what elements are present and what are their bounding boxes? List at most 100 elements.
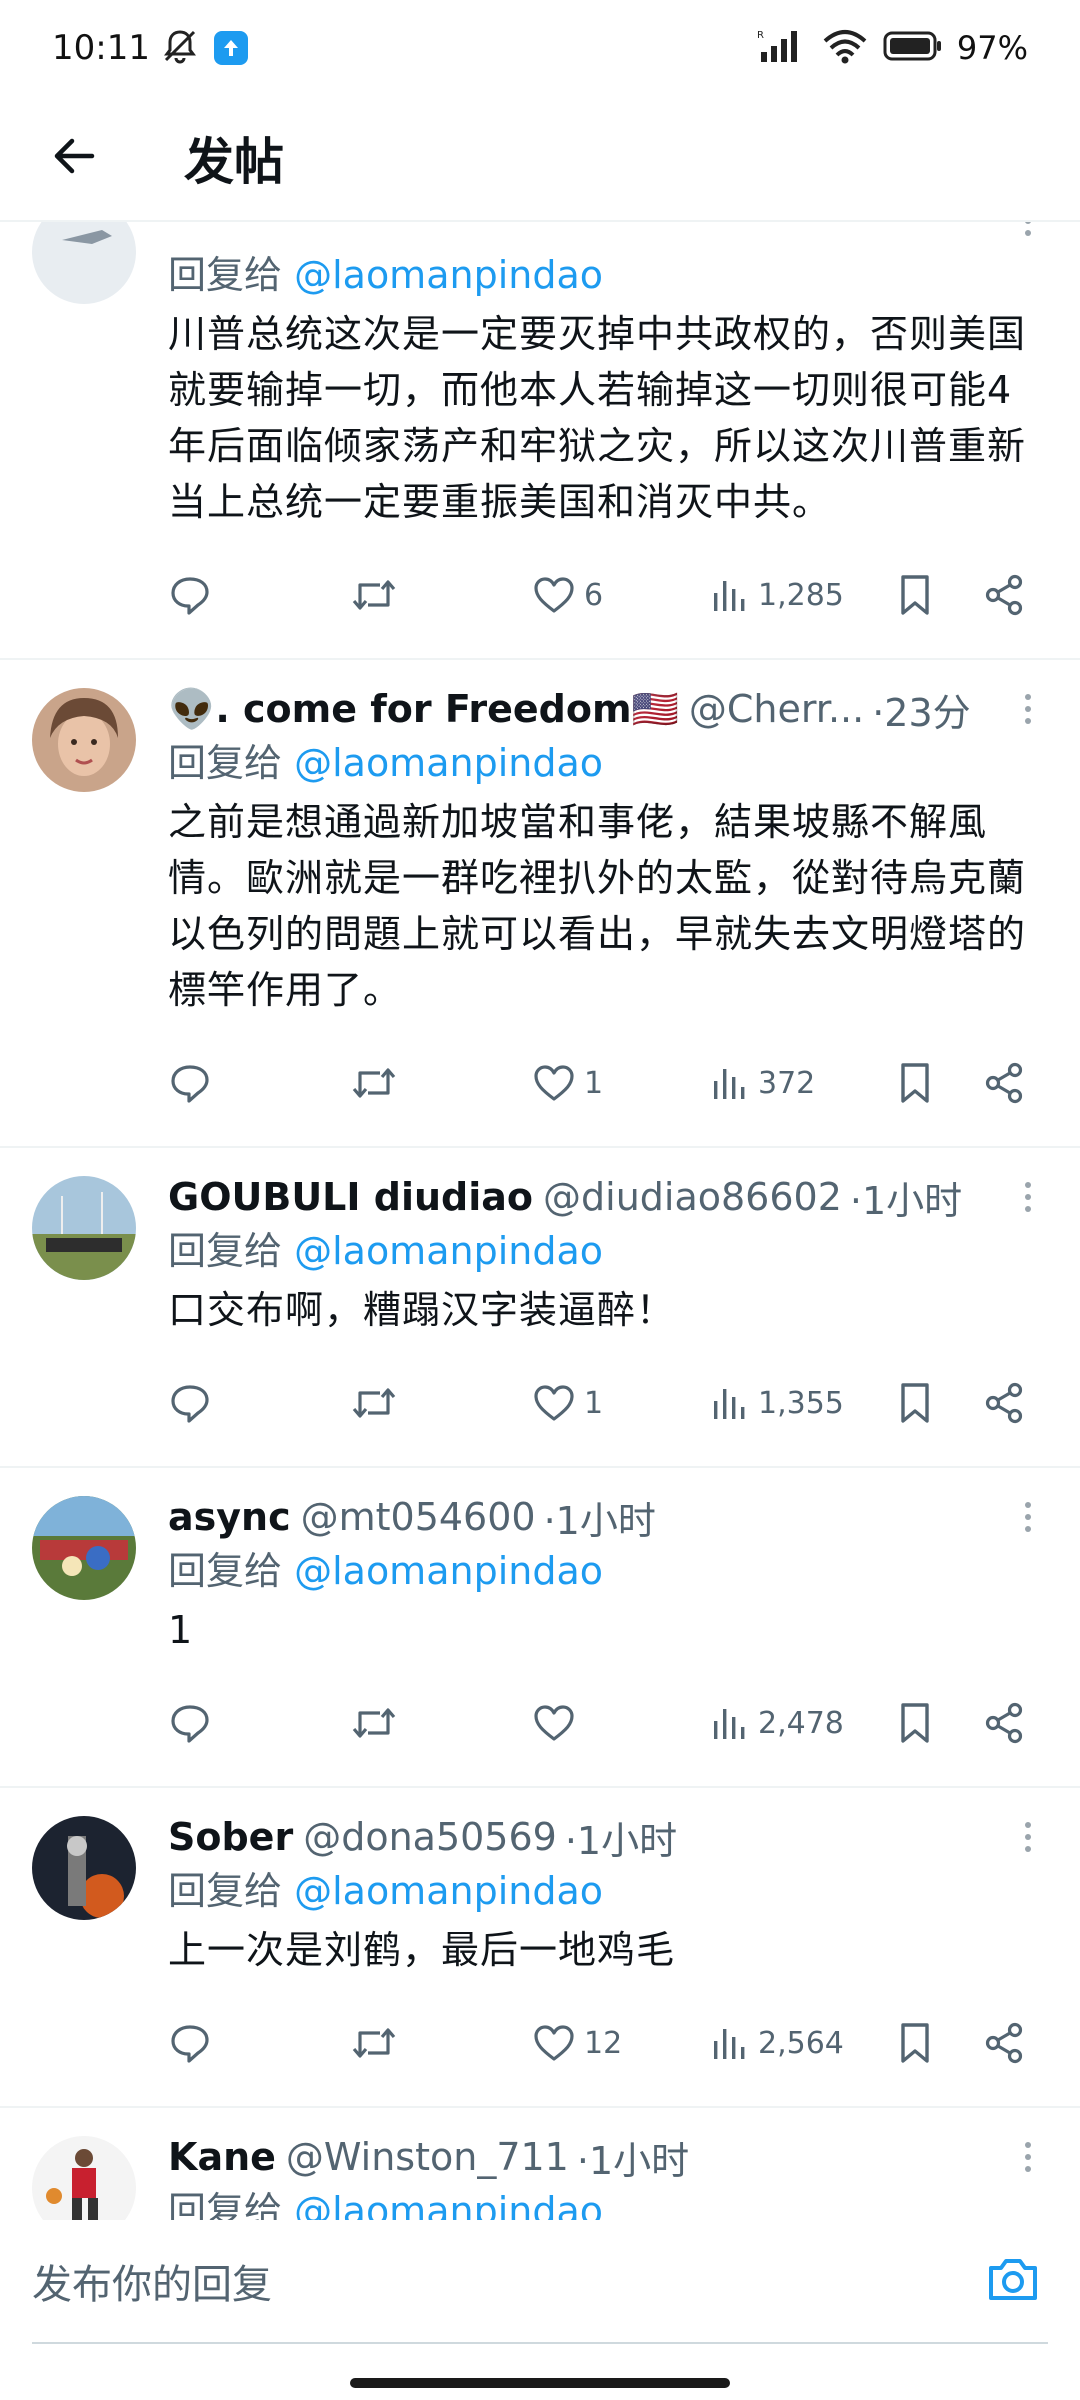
- reply-button[interactable]: [168, 573, 350, 617]
- replying-to: 回复给 @laomanpindao: [168, 1864, 1048, 1918]
- bar-chart-icon: [710, 2023, 750, 2063]
- share-button[interactable]: [982, 1061, 1042, 1105]
- like-button[interactable]: [532, 1701, 710, 1745]
- more-options-button[interactable]: [1008, 1812, 1048, 1862]
- retweet-button[interactable]: [350, 1701, 532, 1745]
- tweet-header: [168, 222, 1048, 248]
- bookmark-button[interactable]: [895, 1381, 982, 1425]
- views-button[interactable]: 2,564: [710, 2023, 895, 2063]
- mention-link[interactable]: @laomanpindao: [294, 1229, 603, 1273]
- retweet-button[interactable]: [350, 1381, 532, 1425]
- display-name[interactable]: GOUBULI diudiao: [168, 1175, 533, 1219]
- views-button[interactable]: 1,355: [710, 1383, 895, 1423]
- replying-to: 回复给 @laomanpindao: [168, 248, 1048, 302]
- user-handle[interactable]: @diudiao86602: [543, 1175, 842, 1219]
- comment-icon: [168, 1701, 212, 1745]
- comment-icon: [168, 1061, 212, 1105]
- home-indicator[interactable]: [350, 2378, 730, 2388]
- mention-link[interactable]: @laomanpindao: [294, 1549, 603, 1593]
- battery-percentage: 97%: [956, 29, 1028, 67]
- bar-chart-icon: [710, 1383, 750, 1423]
- avatar[interactable]: [32, 1176, 136, 1280]
- mention-link[interactable]: @laomanpindao: [294, 253, 603, 297]
- reply-prefix: 回复给: [168, 1869, 295, 1913]
- more-options-button[interactable]: [1008, 1172, 1048, 1222]
- camera-button[interactable]: [978, 2246, 1048, 2316]
- avatar[interactable]: [32, 222, 136, 304]
- user-handle[interactable]: @Winston_711: [286, 2135, 569, 2179]
- tweet-item[interactable]: 👽. come for Freedom🇺🇸 @Cherr... ·23分 回复给…: [0, 660, 1080, 1148]
- reply-button[interactable]: [168, 1701, 350, 1745]
- share-button[interactable]: [982, 1701, 1042, 1745]
- tweet-actions: 12 2,564: [168, 2008, 1048, 2078]
- like-count: 6: [584, 577, 604, 613]
- comment-icon: [168, 2021, 212, 2065]
- comment-icon: [168, 573, 212, 617]
- tweet-text: 口交布啊，糟蹋汉字装逼醉！: [168, 1288, 676, 1332]
- reply-button[interactable]: [168, 1061, 350, 1105]
- cellular-signal-icon: R: [757, 28, 807, 68]
- like-button[interactable]: 1: [532, 1061, 710, 1105]
- tweet-item[interactable]: 回复给 @laomanpindao 川普总统这次是一定要灭掉中共政权的，否则美国…: [0, 222, 1080, 660]
- share-button[interactable]: [982, 1381, 1042, 1425]
- user-handle[interactable]: @Cherr...: [689, 687, 864, 731]
- tweet-item[interactable]: Sober @dona50569 ·1小时 回复给 @laomanpindao …: [0, 1788, 1080, 2108]
- views-button[interactable]: 2,478: [710, 1703, 895, 1743]
- bookmark-icon: [895, 1061, 935, 1105]
- bookmark-button[interactable]: [895, 1061, 982, 1105]
- share-button[interactable]: [982, 573, 1042, 617]
- replying-to: 回复给 @laomanpindao: [168, 1544, 1048, 1598]
- more-options-button[interactable]: [1008, 2132, 1048, 2182]
- tweet-item[interactable]: async @mt054600 ·1小时 回复给 @laomanpindao 1…: [0, 1468, 1080, 1788]
- more-options-button[interactable]: [1008, 1492, 1048, 1542]
- like-button[interactable]: 1: [532, 1381, 710, 1425]
- like-count: 12: [584, 2025, 623, 2061]
- reply-button[interactable]: [168, 2021, 350, 2065]
- more-options-button[interactable]: [1008, 222, 1048, 246]
- like-button[interactable]: 12: [532, 2021, 710, 2065]
- avatar[interactable]: [32, 688, 136, 792]
- share-button[interactable]: [982, 2021, 1042, 2065]
- bookmark-button[interactable]: [895, 1701, 982, 1745]
- retweet-icon: [350, 1381, 398, 1425]
- arrow-left-icon: [50, 132, 98, 184]
- retweet-button[interactable]: [350, 2021, 532, 2065]
- mention-link[interactable]: @laomanpindao: [294, 2189, 603, 2220]
- like-button[interactable]: 6: [532, 573, 710, 617]
- like-count: 1: [584, 1065, 604, 1101]
- bar-chart-icon: [710, 1063, 750, 1103]
- replying-to: 回复给 @laomanpindao: [168, 736, 1048, 790]
- avatar[interactable]: [32, 1816, 136, 1920]
- tweet-item[interactable]: GOUBULI diudiao @diudiao86602 ·1小时 回复给 @…: [0, 1148, 1080, 1468]
- bookmark-icon: [895, 573, 935, 617]
- display-name[interactable]: 👽. come for Freedom🇺🇸: [168, 687, 679, 732]
- reply-composer: 发布你的回复: [0, 2220, 1080, 2400]
- replies-feed[interactable]: 回复给 @laomanpindao 川普总统这次是一定要灭掉中共政权的，否则美国…: [0, 222, 1080, 2220]
- reply-input[interactable]: 发布你的回复: [32, 2252, 272, 2310]
- retweet-button[interactable]: [350, 1061, 532, 1105]
- display-name[interactable]: async: [168, 1495, 291, 1539]
- tweet-item[interactable]: Kane @Winston_711 ·1小时 回复给 @laomanpindao…: [0, 2108, 1080, 2220]
- bookmark-button[interactable]: [895, 573, 982, 617]
- display-name[interactable]: Sober: [168, 1815, 293, 1859]
- bookmark-icon: [895, 1381, 935, 1425]
- bookmark-button[interactable]: [895, 2021, 982, 2065]
- views-button[interactable]: 372: [710, 1063, 895, 1103]
- reply-button[interactable]: [168, 1381, 350, 1425]
- tweet-text: 之前是想通過新加坡當和事佬，結果坡縣不解風情。歐洲就是一群吃裡扒外的太監，從對待…: [168, 800, 1027, 1012]
- user-handle[interactable]: @mt054600: [301, 1495, 536, 1539]
- views-button[interactable]: 1,285: [710, 575, 895, 615]
- status-time: 10:11: [52, 28, 150, 68]
- retweet-button[interactable]: [350, 573, 532, 617]
- mention-link[interactable]: @laomanpindao: [294, 1869, 603, 1913]
- display-name[interactable]: Kane: [168, 2135, 276, 2179]
- avatar[interactable]: [32, 1496, 136, 1600]
- tweet-actions: 2,478: [168, 1688, 1048, 1758]
- back-button[interactable]: [24, 108, 124, 208]
- user-handle[interactable]: @dona50569: [303, 1815, 557, 1859]
- more-options-button[interactable]: [1008, 684, 1048, 734]
- avatar[interactable]: [32, 2136, 136, 2220]
- svg-text:R: R: [757, 30, 764, 41]
- bookmark-icon: [895, 2021, 935, 2065]
- mention-link[interactable]: @laomanpindao: [294, 741, 603, 785]
